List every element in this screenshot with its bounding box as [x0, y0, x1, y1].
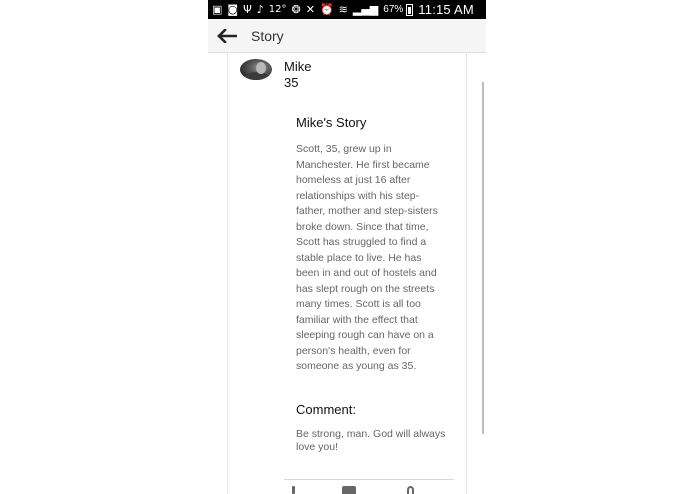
scrollbar[interactable]	[482, 82, 484, 434]
story-body: Scott, 35, grew up in Manchester. He fir…	[296, 143, 438, 372]
status-clock: 11:15 AM	[418, 2, 474, 17]
share-icon[interactable]	[407, 486, 414, 494]
app-icon: ◙	[227, 3, 239, 16]
temperature-readout: 12°	[268, 4, 287, 15]
mute-icon: ✕	[305, 3, 315, 16]
comment-text: Be strong, man. God will always love you…	[296, 428, 446, 453]
arrow-left-icon	[217, 28, 237, 43]
image-icon: ▣	[212, 3, 223, 16]
comment-label: Comment:	[296, 402, 356, 417]
back-button[interactable]	[212, 19, 242, 53]
alarm-icon: ⏰	[319, 3, 334, 16]
status-bar: ▣ ◙ Ψ ♪ 12° ❂ ✕ ⏰ ≋ ▂▄▆ 67% 11:15 AM	[208, 0, 486, 19]
like-icon[interactable]	[292, 486, 295, 494]
color-wheel-icon: ❂	[291, 3, 301, 16]
usb-icon: Ψ	[243, 3, 252, 16]
battery-icon	[406, 3, 414, 16]
story-heading: Mike's Story	[296, 115, 367, 130]
battery-percentage: 67%	[383, 4, 404, 15]
phone-screen: ▣ ◙ Ψ ♪ 12° ❂ ✕ ⏰ ≋ ▂▄▆ 67% 11:15 AM Sto…	[208, 0, 486, 494]
avatar-face	[256, 62, 266, 74]
avatar-shoulder	[244, 72, 270, 80]
page-title: Story	[251, 27, 284, 44]
user-name: Mike	[284, 59, 312, 74]
app-bar: Story	[208, 19, 486, 53]
comment-icon[interactable]	[342, 486, 356, 494]
user-age: 35	[284, 75, 299, 90]
avatar[interactable]	[240, 59, 272, 80]
notification-bell-icon: ♪	[256, 3, 264, 16]
wifi-icon: ≋	[338, 3, 348, 16]
divider	[284, 479, 454, 480]
signal-icon: ▂▄▆	[352, 3, 379, 16]
